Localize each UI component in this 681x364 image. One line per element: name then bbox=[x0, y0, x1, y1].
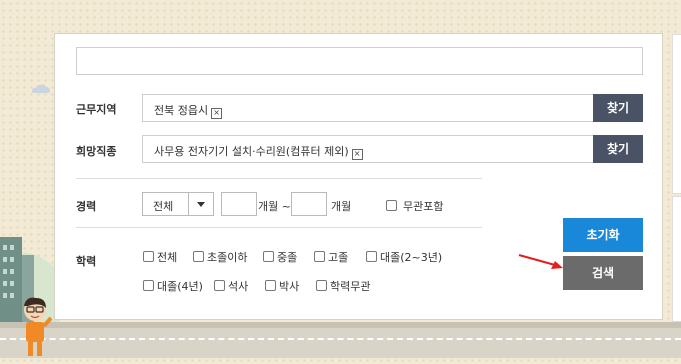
edu-checkbox-university[interactable] bbox=[143, 280, 154, 291]
career-to-unit: 개월 bbox=[331, 200, 352, 213]
edu-label: 대졸(4년) bbox=[157, 280, 203, 293]
edu-label: 박사 bbox=[279, 280, 300, 293]
road-curb bbox=[0, 322, 681, 328]
job-search-panel: 근무지역 전북 정읍시 × 찾기 희망직종 사무용 전자기기 설치·수리원(컴퓨터… bbox=[54, 33, 663, 320]
cloud-icon bbox=[31, 84, 50, 93]
desired-job-find-button[interactable]: 찾기 bbox=[593, 135, 643, 163]
edu-checkbox-college[interactable] bbox=[366, 251, 377, 262]
edu-checkbox-elementary[interactable] bbox=[193, 251, 204, 262]
work-region-label: 근무지역 bbox=[76, 103, 117, 116]
edu-checkbox-masters[interactable] bbox=[214, 280, 225, 291]
pointer-arrow-icon bbox=[518, 254, 563, 269]
edu-checkbox-middle[interactable] bbox=[263, 251, 274, 262]
desired-job-field[interactable]: 사무용 전자기기 설치·수리원(컴퓨터 제외) × bbox=[142, 135, 594, 163]
edu-label: 전체 bbox=[157, 251, 178, 264]
work-region-value: 전북 정읍시 bbox=[154, 104, 209, 117]
edu-label: 학력무관 bbox=[330, 280, 371, 293]
desired-job-value: 사무용 전자기기 설치·수리원(컴퓨터 제외) bbox=[154, 145, 349, 158]
edu-label: 대졸(2~3년) bbox=[380, 251, 443, 264]
side-panel-edge bbox=[672, 196, 681, 322]
career-any-checkbox[interactable] bbox=[386, 200, 397, 211]
desired-job-label: 희망직종 bbox=[76, 145, 117, 158]
edu-label: 고졸 bbox=[328, 251, 349, 264]
character-illustration bbox=[24, 297, 52, 356]
remove-icon[interactable]: × bbox=[351, 149, 363, 160]
edu-checkbox-high[interactable] bbox=[314, 251, 325, 262]
remove-icon[interactable]: × bbox=[211, 108, 223, 119]
work-region-field[interactable]: 전북 정읍시 × bbox=[142, 94, 594, 122]
reset-button[interactable]: 초기화 bbox=[563, 218, 643, 252]
career-select[interactable]: 전체 bbox=[142, 192, 214, 216]
keyword-input[interactable] bbox=[76, 47, 643, 75]
road-line bbox=[0, 338, 681, 340]
career-any-label: 무관포함 bbox=[403, 200, 444, 213]
edu-label: 중졸 bbox=[277, 251, 298, 264]
search-button[interactable]: 검색 bbox=[563, 256, 643, 290]
divider bbox=[76, 178, 482, 179]
career-label: 경력 bbox=[76, 200, 97, 213]
edu-label: 석사 bbox=[228, 280, 249, 293]
career-to-input[interactable] bbox=[291, 192, 327, 216]
edu-checkbox-doctorate[interactable] bbox=[265, 280, 276, 291]
edu-checkbox-all[interactable] bbox=[143, 251, 154, 262]
career-from-input[interactable] bbox=[221, 192, 257, 216]
education-label: 학력 bbox=[76, 255, 97, 268]
career-from-unit: 개월 ~ bbox=[258, 200, 291, 213]
divider bbox=[76, 227, 482, 228]
career-select-value: 전체 bbox=[153, 200, 174, 213]
side-panel-edge bbox=[672, 34, 681, 194]
work-region-find-button[interactable]: 찾기 bbox=[593, 94, 643, 122]
edu-checkbox-any[interactable] bbox=[316, 280, 327, 291]
chevron-down-icon bbox=[188, 193, 213, 215]
edu-label: 초졸이하 bbox=[207, 251, 248, 264]
